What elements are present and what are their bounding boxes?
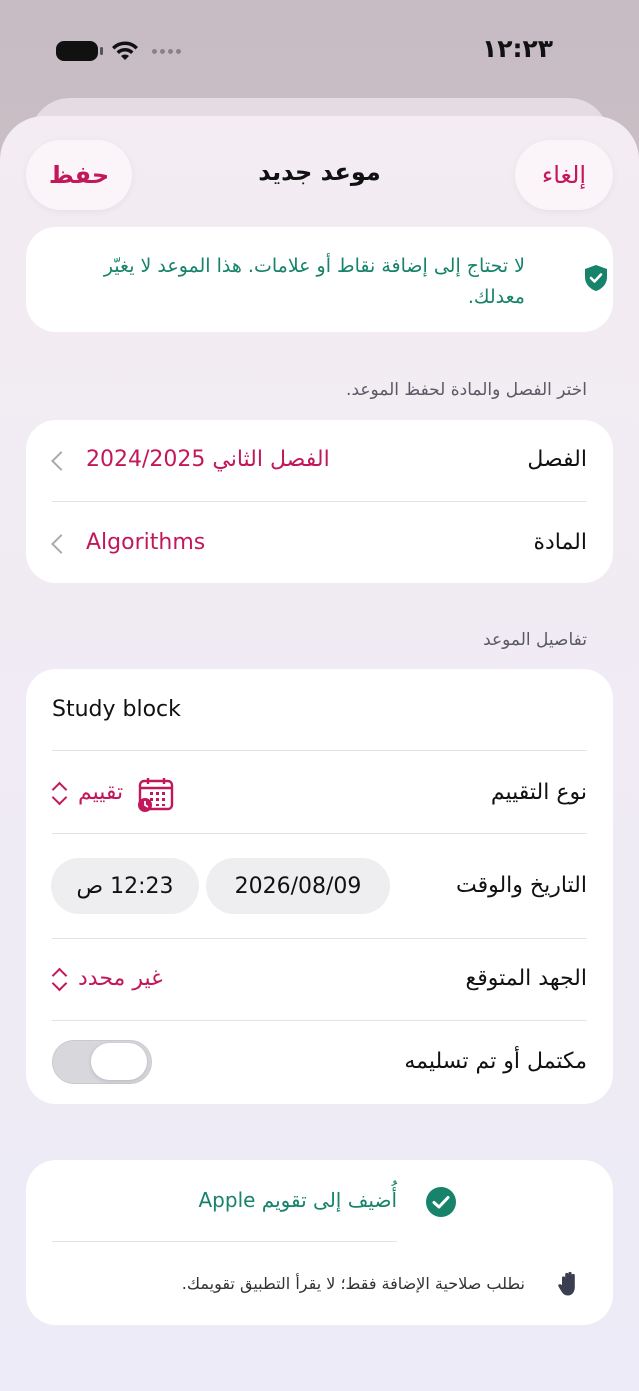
hand-raised-icon <box>558 1271 575 1296</box>
course-section-caption: اختر الفصل والمادة لحفظ الموعد. <box>346 380 587 400</box>
subject-value: Algorithms <box>86 530 206 555</box>
divider <box>52 750 587 751</box>
cellular-signal-icon <box>152 48 181 54</box>
datetime-label: التاريخ والوقت <box>455 873 587 898</box>
chevron-up-down-icon <box>52 967 66 991</box>
chevron-left-icon <box>51 451 71 471</box>
grade-notice-text: لا تحتاج إلى إضافة نقاط أو علامات. هذا ا… <box>103 255 525 308</box>
assessment-type-label: نوع التقييم <box>490 780 587 805</box>
completed-label: مكتمل أو تم تسليمه <box>404 1049 587 1074</box>
status-time: ١٢:٢٣ <box>481 34 553 63</box>
effort-label: الجهد المتوقع <box>465 966 587 991</box>
calendar-clock-icon <box>138 778 174 812</box>
effort-picker[interactable]: غير محدد <box>52 959 192 1003</box>
time-picker[interactable]: 12:23 ص <box>51 858 199 914</box>
divider <box>52 938 587 939</box>
status-bar: ١٢:٢٣ <box>0 0 639 100</box>
semester-value: الفصل الثاني 2024/2025 <box>86 447 330 472</box>
date-picker[interactable]: 2026/08/09 <box>206 858 390 914</box>
chevron-left-icon <box>51 534 71 554</box>
toggle-knob <box>91 1043 147 1080</box>
details-card: Study block نوع التقييم تقييم التاريخ وا… <box>26 669 613 1104</box>
chevron-up-down-icon <box>52 781 66 805</box>
subject-row[interactable]: المادة Algorithms <box>26 502 613 583</box>
grade-notice-card: لا تحتاج إلى إضافة نقاط أو علامات. هذا ا… <box>26 227 613 332</box>
divider <box>52 833 587 834</box>
wifi-icon <box>112 41 138 60</box>
permission-note: نطلب صلاحية الإضافة فقط؛ لا يقرأ التطبيق… <box>181 1274 525 1293</box>
semester-row[interactable]: الفصل الفصل الثاني 2024/2025 <box>26 420 613 501</box>
check-circle-icon <box>426 1187 456 1217</box>
semester-label: الفصل <box>527 447 587 472</box>
details-section-caption: تفاصيل الموعد <box>483 630 587 650</box>
calendar-card: أُضيف إلى تقويم Apple نطلب صلاحية الإضاف… <box>26 1160 613 1325</box>
cancel-button[interactable]: إلغاء <box>515 140 613 210</box>
divider <box>52 1241 397 1242</box>
divider <box>52 1020 587 1021</box>
completed-toggle[interactable] <box>52 1040 152 1084</box>
course-card: الفصل الفصل الثاني 2024/2025 المادة Algo… <box>26 420 613 583</box>
calendar-added-label[interactable]: أُضيف إلى تقويم Apple <box>199 1188 398 1212</box>
assessment-type-value: تقييم <box>78 780 124 805</box>
battery-icon <box>56 41 103 61</box>
subject-label: المادة <box>533 530 587 555</box>
effort-value: غير محدد <box>78 966 163 991</box>
title-input[interactable]: Study block <box>52 697 181 722</box>
shield-check-icon <box>585 265 607 291</box>
assessment-type-picker[interactable]: تقييم <box>52 773 212 817</box>
